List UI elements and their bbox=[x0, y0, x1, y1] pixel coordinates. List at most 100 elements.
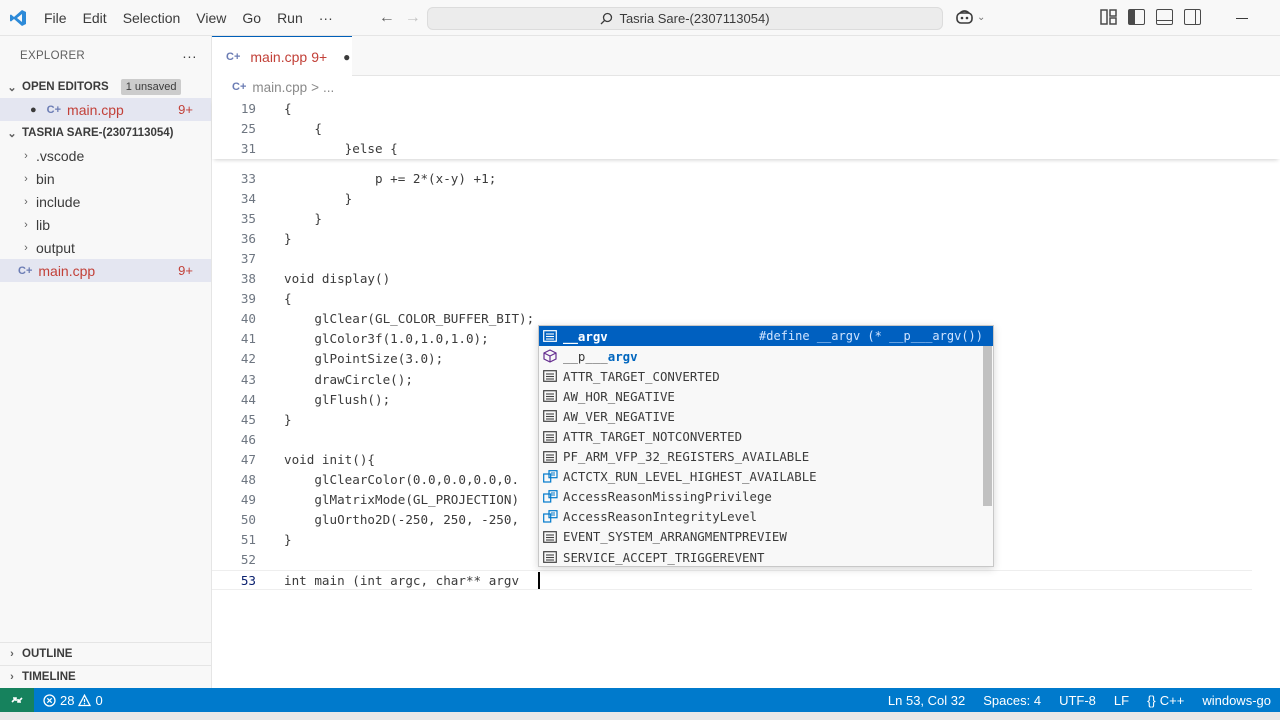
folder-item-output[interactable]: › output bbox=[0, 236, 211, 259]
remote-indicator[interactable] bbox=[0, 688, 34, 712]
menu-edit[interactable]: Edit bbox=[75, 0, 115, 36]
status-bar-right: Ln 53, Col 32 Spaces: 4 UTF-8 LF {} C++ … bbox=[879, 688, 1280, 712]
encoding[interactable]: UTF-8 bbox=[1050, 693, 1105, 708]
code-text: drawCircle(); bbox=[284, 371, 413, 387]
suggestion-item[interactable]: AccessReasonMissingPrivilege bbox=[539, 487, 993, 507]
menu-bar: File Edit Selection View Go Run ··· bbox=[36, 0, 341, 36]
suggestion-item[interactable]: EVENT_SYSTEM_ARRANGMENTPREVIEW bbox=[539, 527, 993, 547]
suggestion-label: AW_HOR_NEGATIVE bbox=[563, 389, 675, 404]
menu-more[interactable]: ··· bbox=[311, 0, 341, 36]
vscode-logo-icon bbox=[0, 0, 36, 36]
open-editors-label: OPEN EDITORS bbox=[22, 81, 109, 93]
window-controls bbox=[1236, 0, 1248, 36]
code-line[interactable]: 35 } bbox=[212, 208, 1252, 228]
suggestion-item[interactable]: AccessReasonIntegrityLevel bbox=[539, 507, 993, 527]
code-line[interactable]: 53 int main (int argc, char** argv bbox=[212, 570, 1252, 590]
toggle-panel-icon[interactable] bbox=[1156, 9, 1173, 25]
menu-selection[interactable]: Selection bbox=[115, 0, 189, 36]
breadcrumb-file[interactable]: main.cpp bbox=[252, 80, 307, 95]
line-number: 36 bbox=[240, 230, 256, 246]
line-number: 50 bbox=[240, 512, 256, 528]
suggestion-match: __argv bbox=[563, 328, 608, 344]
code-line[interactable]: 34 } bbox=[212, 188, 1252, 208]
suggestion-item[interactable]: __argv #define __argv (* __p___argv()) bbox=[539, 326, 993, 347]
timeline-section[interactable]: › TIMELINE bbox=[0, 665, 212, 688]
suggestion-item[interactable]: ACTCTX_RUN_LEVEL_HIGHEST_AVAILABLE bbox=[539, 467, 993, 487]
text-cursor bbox=[538, 571, 540, 589]
suggestion-rest: AccessReasonIntegrityLevel bbox=[563, 509, 757, 525]
code-line[interactable]: 37 bbox=[212, 248, 1252, 268]
suggestion-item[interactable]: PF_ARM_VFP_32_REGISTERS_AVAILABLE bbox=[539, 447, 993, 467]
suggestion-item[interactable]: AW_HOR_NEGATIVE bbox=[539, 386, 993, 406]
taskbar-edge bbox=[0, 712, 1280, 720]
chevron-right-icon: › bbox=[24, 241, 28, 254]
folder-item-bin[interactable]: › bin bbox=[0, 167, 211, 190]
text-constant-icon bbox=[542, 369, 558, 383]
suggestion-item[interactable]: AW_VER_NEGATIVE bbox=[539, 406, 993, 426]
suggestion-item[interactable]: __p___argv bbox=[539, 346, 993, 366]
enum-member-icon bbox=[542, 490, 558, 504]
folder-name: output bbox=[36, 239, 75, 256]
code-text: glColor3f(1.0,1.0,1.0); bbox=[284, 331, 489, 347]
folder-item-lib[interactable]: › lib bbox=[0, 213, 211, 236]
suggestion-item[interactable]: SERVICE_ACCEPT_TRIGGEREVENT bbox=[539, 547, 993, 567]
explorer-more-button[interactable]: ··· bbox=[182, 48, 197, 64]
dirty-dot-icon[interactable]: ● bbox=[30, 104, 37, 116]
toggle-secondary-sidebar-icon[interactable] bbox=[1184, 9, 1201, 25]
minimize-icon[interactable] bbox=[1236, 17, 1248, 19]
tab-main-cpp[interactable]: C+ main.cpp 9+ ● bbox=[212, 36, 352, 76]
indentation[interactable]: Spaces: 4 bbox=[974, 693, 1050, 708]
copilot-menu[interactable]: ⌄ bbox=[955, 9, 985, 25]
line-number: 35 bbox=[240, 210, 256, 226]
code-line[interactable]: 36} bbox=[212, 228, 1252, 248]
menu-view[interactable]: View bbox=[188, 0, 234, 36]
error-count: 28 bbox=[60, 692, 75, 708]
outline-section[interactable]: › OUTLINE bbox=[0, 642, 212, 665]
toggle-primary-sidebar-icon[interactable] bbox=[1128, 9, 1145, 25]
menu-run[interactable]: Run bbox=[269, 0, 311, 36]
sticky-line-text: { bbox=[284, 120, 322, 136]
sticky-line[interactable]: 19 { bbox=[212, 98, 1252, 118]
back-arrow-icon[interactable]: ← bbox=[379, 9, 395, 27]
cursor-position[interactable]: Ln 53, Col 32 bbox=[879, 693, 974, 708]
line-number: 19 bbox=[240, 100, 256, 116]
customize-layout-icon[interactable] bbox=[1100, 9, 1117, 25]
suggestion-item[interactable]: ATTR_TARGET_CONVERTED bbox=[539, 366, 993, 386]
sticky-line[interactable]: 25 { bbox=[212, 118, 1252, 138]
code-text: } bbox=[284, 411, 292, 427]
unsaved-dot-icon[interactable]: ● bbox=[343, 50, 350, 64]
folder-item-include[interactable]: › include bbox=[0, 190, 211, 213]
open-editor-main-cpp[interactable]: ● C+ main.cpp 9+ bbox=[0, 98, 211, 121]
open-editors-section[interactable]: ⌄ OPEN EDITORS 1 unsaved bbox=[0, 76, 211, 98]
method-cube-icon bbox=[542, 349, 558, 363]
suggest-widget[interactable]: __argv #define __argv (* __p___argv()) __p… bbox=[538, 325, 994, 567]
file-item-main-cpp[interactable]: C+ main.cpp 9+ bbox=[0, 259, 211, 282]
folder-section[interactable]: ⌄ TASRIA SARE-(2307113054) bbox=[0, 122, 211, 144]
command-center-search[interactable]: Tasria Sare-(2307113054) bbox=[427, 7, 943, 30]
menu-go[interactable]: Go bbox=[234, 0, 269, 36]
breadcrumb-separator: > bbox=[311, 79, 320, 95]
sticky-scroll[interactable]: 19 { 25 { 31 }else { bbox=[212, 98, 1280, 159]
sticky-line[interactable]: 31 }else { bbox=[212, 138, 1252, 158]
code-line[interactable]: 33 p += 2*(x-y) +1; bbox=[212, 168, 1252, 188]
code-line[interactable]: 38 void display() bbox=[212, 269, 1252, 289]
copilot-icon bbox=[956, 10, 973, 24]
chevron-down-icon: ⌄ bbox=[7, 127, 17, 140]
cpp-configuration[interactable]: windows-go bbox=[1193, 693, 1280, 708]
text-constant-icon bbox=[542, 550, 558, 564]
line-number: 45 bbox=[240, 411, 256, 427]
error-icon bbox=[43, 693, 56, 707]
suggestion-label: ATTR_TARGET_CONVERTED bbox=[563, 369, 720, 384]
suggestion-label: __argv bbox=[563, 329, 608, 344]
end-of-line[interactable]: LF bbox=[1105, 693, 1138, 708]
folder-item-vscode[interactable]: › .vscode bbox=[0, 144, 211, 167]
problems-indicator[interactable]: 28 0 bbox=[34, 693, 112, 708]
suggest-scrollbar[interactable] bbox=[983, 346, 992, 506]
suggestion-item[interactable]: ATTR_TARGET_NOTCONVERTED bbox=[539, 426, 993, 446]
menu-file[interactable]: File bbox=[36, 0, 75, 36]
forward-arrow-icon[interactable]: → bbox=[405, 9, 421, 27]
code-line[interactable]: 39 { bbox=[212, 289, 1252, 309]
breadcrumb-symbol[interactable]: ... bbox=[323, 80, 334, 95]
language-mode[interactable]: {} C++ bbox=[1138, 693, 1193, 708]
chevron-right-icon: › bbox=[10, 671, 14, 683]
